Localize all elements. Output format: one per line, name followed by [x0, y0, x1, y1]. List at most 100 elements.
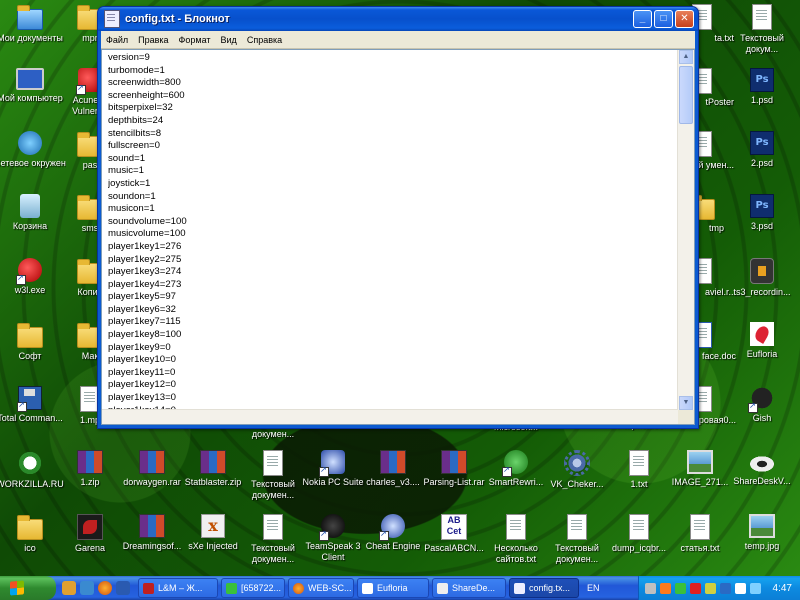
text-line: joystick=1: [108, 177, 151, 189]
task-658722[interactable]: [658722...: [221, 578, 285, 598]
text-line: stencilbits=8: [108, 127, 162, 139]
text-line: player1key8=100: [108, 329, 182, 341]
text-file-icon: [690, 514, 710, 540]
tray-app-icon[interactable]: [674, 582, 686, 594]
minimize-button[interactable]: _: [633, 10, 652, 28]
text-line: screenheight=600: [108, 89, 185, 101]
volume-icon[interactable]: [734, 582, 746, 594]
menu-help[interactable]: Справка: [242, 35, 287, 45]
scroll-down-arrow-icon[interactable]: ▼: [679, 396, 693, 410]
psd-icon: Ps: [750, 194, 774, 218]
task-label: Eufloria: [377, 583, 408, 593]
task-websc[interactable]: WEB-SC...: [288, 578, 354, 598]
text-content[interactable]: version=9 turbomode=1 screenwidth=800 scree…: [108, 52, 676, 410]
text-line: player1key4=273: [108, 278, 182, 290]
task-app-icon: [143, 582, 154, 594]
text-line: version=9: [108, 52, 150, 63]
rar-icon: [139, 514, 165, 538]
scroll-thumb[interactable]: [679, 66, 693, 124]
sharedesk-icon: [748, 455, 776, 473]
speaker-icon: [750, 258, 774, 284]
firefox-icon[interactable]: [98, 581, 112, 595]
gear-icon: [564, 450, 590, 476]
nokia-icon: [319, 450, 345, 477]
text-file-icon: [629, 450, 649, 476]
text-line: turbomode=1: [108, 64, 165, 76]
menu-edit[interactable]: Правка: [133, 35, 173, 45]
tray-app-icon[interactable]: [689, 582, 701, 594]
task-sharedesk[interactable]: ShareDe...: [432, 578, 506, 598]
notepad-window[interactable]: config.txt - Блокнот _ □ ✕ Файл Правка Ф…: [97, 6, 699, 429]
desktop-icon-3psd[interactable]: Ps 3.psd: [726, 194, 798, 232]
desktop-icon-label: Gish: [752, 413, 772, 423]
app-icon: [16, 258, 42, 285]
task-config-txt[interactable]: config.tx...: [509, 578, 579, 598]
menu-format[interactable]: Формат: [174, 35, 216, 45]
maximize-button[interactable]: □: [654, 10, 673, 28]
task-label: [658722...: [241, 583, 282, 593]
task-eufloria[interactable]: Eufloria: [357, 578, 429, 598]
recycle-bin-icon: [20, 194, 40, 218]
menu-file[interactable]: Файл: [101, 35, 133, 45]
text-line: screenwidth=800: [108, 77, 181, 89]
rar-icon: [139, 450, 165, 474]
desktop-icon-label: temp.jpg: [744, 541, 780, 551]
desktop-icon-1psd[interactable]: Ps 1.psd: [726, 68, 798, 106]
workzilla-icon: [17, 450, 43, 476]
text-line: fullscreen=0: [108, 140, 160, 152]
desktop-icon-text-doc-right[interactable]: Текстовый докум...: [726, 4, 798, 55]
tray-app-icon[interactable]: [719, 582, 731, 594]
text-editor[interactable]: version=9 turbomode=1 screenwidth=800 scree…: [101, 49, 695, 425]
desktop-icon-sharedesk[interactable]: ShareDeskV...: [726, 450, 798, 487]
task-lm[interactable]: L&M – Ж...: [138, 578, 218, 598]
eufloria-icon: [362, 582, 373, 594]
horizontal-scrollbar[interactable]: [102, 409, 678, 424]
desktop-icon-2psd[interactable]: Ps 2.psd: [726, 131, 798, 169]
text-line: player1key9=0: [108, 341, 171, 353]
scroll-up-arrow-icon[interactable]: ▲: [679, 50, 693, 64]
desktop-icon-label: ts3_recordin...: [733, 287, 791, 297]
text-file-icon: [263, 450, 283, 476]
desktop-icon-ts3-recording[interactable]: ts3_recordin...: [726, 258, 798, 298]
desktop-icon-gish[interactable]: Gish: [726, 386, 798, 424]
task-app-icon: [226, 582, 237, 594]
sharedesk-icon: [437, 582, 448, 594]
title-bar[interactable]: config.txt - Блокнот _ □ ✕: [98, 7, 698, 31]
network-tray-icon[interactable]: [749, 582, 761, 594]
text-file-icon: [629, 514, 649, 540]
desktop-icon-label: Eufloria: [746, 349, 778, 359]
start-button[interactable]: [0, 576, 56, 600]
text-line: player1key10=0: [108, 354, 177, 366]
vertical-scrollbar[interactable]: ▲ ▼: [677, 50, 694, 410]
text-line: player1key1=276: [108, 240, 182, 252]
rar-icon: [441, 450, 467, 474]
text-line: musicvolume=100: [108, 228, 186, 240]
browser-icon[interactable]: [80, 581, 94, 595]
notepad-icon: [514, 582, 525, 594]
my-documents-icon: [17, 5, 43, 30]
image-icon: [687, 450, 713, 474]
text-line: bitsperpixel=32: [108, 102, 173, 114]
psd-icon: Ps: [750, 131, 774, 155]
task-label: config.tx...: [529, 583, 571, 593]
ie-icon[interactable]: [116, 581, 130, 595]
sxe-icon: x: [201, 514, 225, 538]
menu-view[interactable]: Вид: [216, 35, 242, 45]
tray-arrow-icon[interactable]: [644, 582, 656, 594]
show-desktop-icon[interactable]: [62, 581, 76, 595]
eufloria-icon: [750, 322, 774, 346]
text-line: music=1: [108, 165, 144, 177]
notepad-icon: [104, 10, 120, 28]
desktop-icon-temp-jpg[interactable]: temp.jpg: [726, 514, 798, 552]
tray-app-icon[interactable]: [704, 582, 716, 594]
text-line: player1key3=274: [108, 266, 182, 278]
tray-app-icon[interactable]: [659, 582, 671, 594]
text-line: depthbits=24: [108, 114, 164, 126]
network-icon: [18, 131, 42, 155]
close-button[interactable]: ✕: [675, 10, 694, 28]
clock[interactable]: 4:47: [773, 583, 792, 594]
desktop-icon-eufloria[interactable]: Eufloria: [726, 322, 798, 360]
firefox-icon: [293, 582, 304, 594]
scroll-corner: [678, 410, 694, 424]
language-indicator[interactable]: EN: [587, 583, 600, 593]
